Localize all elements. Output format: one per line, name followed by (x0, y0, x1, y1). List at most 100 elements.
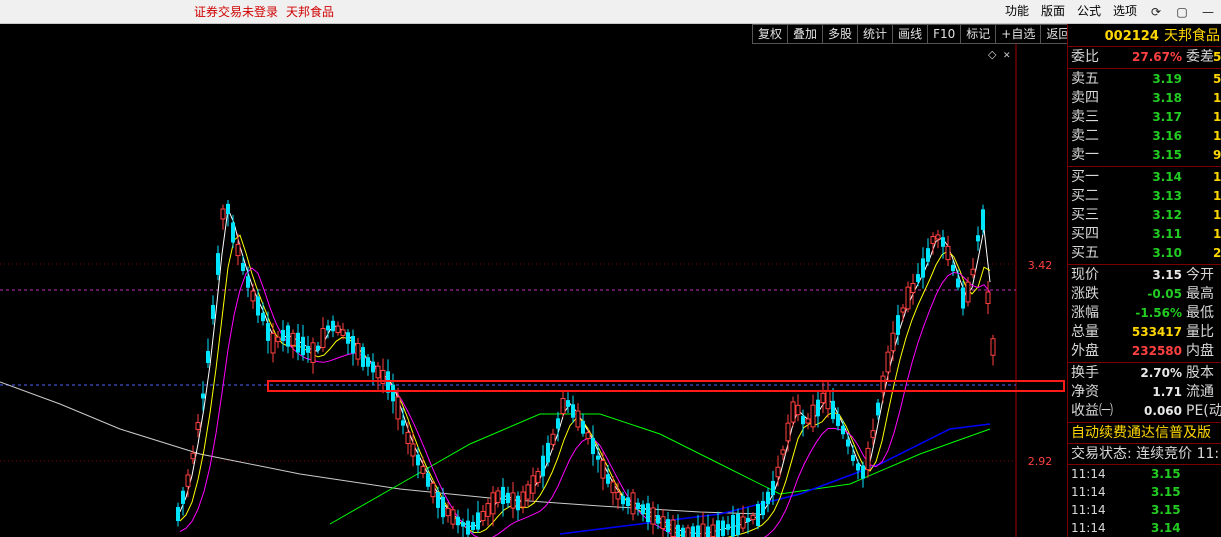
candle-body (710, 524, 716, 537)
sell-order-volume: 9 (1213, 148, 1221, 162)
candle-body (870, 430, 876, 438)
share-stat-value: 1.71 (1152, 385, 1182, 399)
stat-row: 总量 533417 量比 (1068, 323, 1221, 342)
axis-tick-label: 2.92 (1028, 455, 1053, 468)
quote-panel: 002124 天邦食品 委比 27.67% 委差 5 卖五 3.19 5 卖四 3.18… (1067, 24, 1221, 537)
buy-order-volume: 13 (1213, 208, 1221, 222)
sell-order-volume: 10 (1213, 110, 1221, 124)
candle-body (740, 516, 746, 529)
lock-icon[interactable]: ▢ (1169, 0, 1195, 23)
candle-body (351, 336, 355, 354)
candle-body (430, 482, 436, 498)
candle-body (190, 452, 196, 460)
candle-body (530, 475, 536, 494)
candle-body (716, 520, 720, 537)
sell-order-row[interactable]: 卖三 3.17 10 (1068, 108, 1221, 127)
tick-price: 3.14 (1151, 521, 1181, 535)
sell-order-label: 卖二 (1071, 128, 1099, 144)
candle-body (361, 347, 365, 367)
candle-body (646, 503, 650, 523)
buy-order-volume: 14 (1213, 170, 1221, 184)
buy-order-row[interactable]: 买一 3.14 14 (1068, 168, 1221, 187)
candle-body (441, 496, 445, 518)
multi-stock-button[interactable]: 多股 (822, 24, 859, 44)
draw-line-button[interactable]: 画线 (892, 24, 929, 44)
sell-order-volume: 10 (1213, 129, 1221, 143)
candle-body (591, 437, 595, 455)
candle-body (976, 235, 980, 242)
candle-body (921, 258, 925, 278)
candle-body (660, 516, 666, 530)
candlestick-chart[interactable]: 3.42 2.92 ◇ ✕ (0, 44, 1066, 537)
candle-body (706, 526, 710, 537)
candle-body (395, 396, 401, 420)
subscription-banner[interactable]: 自动续费通达信普及版 (1068, 423, 1221, 444)
minimize-icon[interactable]: — (1195, 0, 1221, 23)
share-stat-label: 净资 (1071, 384, 1099, 400)
candle-body (326, 325, 330, 331)
candle-body (956, 278, 960, 288)
candle-body (256, 296, 260, 316)
candle-body (810, 404, 816, 428)
sell-order-row[interactable]: 卖二 3.16 10 (1068, 127, 1221, 146)
candle-body (750, 514, 756, 521)
candle-body (941, 237, 945, 247)
candle-body (546, 442, 550, 463)
candle-body (691, 526, 695, 537)
tick-time: 11:14 (1071, 503, 1106, 517)
sell-order-volume: 10 (1213, 91, 1221, 105)
buy-order-price: 3.10 (1152, 246, 1182, 260)
tick-row: 11:14 3.15 (1068, 483, 1221, 501)
buy-order-row[interactable]: 买三 3.12 13 (1068, 206, 1221, 225)
overlay-button[interactable]: 叠加 (787, 24, 824, 44)
share-stat-row: 净资 1.71 流通 (1068, 383, 1221, 402)
add-watchlist-button[interactable]: +自选 (995, 24, 1042, 44)
buy-order-row[interactable]: 买五 3.10 20 (1068, 244, 1221, 263)
candle-body (556, 418, 560, 429)
candle-body (600, 460, 606, 479)
sell-order-row[interactable]: 卖五 3.19 5 (1068, 70, 1221, 89)
candle-body (281, 329, 285, 342)
stats-button[interactable]: 统计 (857, 24, 894, 44)
f10-button[interactable]: F10 (927, 24, 962, 44)
candle-body (681, 527, 685, 537)
candle-body (371, 361, 375, 373)
sell-order-price: 3.16 (1152, 129, 1182, 143)
candle-body (721, 520, 725, 536)
close-icon[interactable]: ✕ (1003, 51, 1011, 61)
stat-label: 总量 (1071, 324, 1099, 340)
menu-layout[interactable]: 版面 (1035, 0, 1071, 23)
top-menu-bar: 证券交易未登录 天邦食品 功能 版面 公式 选项 ⟳ ▢ — (0, 0, 1221, 24)
diamond-icon[interactable]: ◇ (988, 48, 997, 61)
candle-body (471, 521, 475, 531)
candle-body (876, 402, 880, 416)
candle-body (801, 415, 805, 425)
candle-body (566, 400, 570, 407)
fuquan-button[interactable]: 复权 (752, 24, 789, 44)
buy-order-volume: 15 (1213, 227, 1221, 241)
tick-price: 3.15 (1151, 485, 1181, 499)
buy-order-price: 3.11 (1152, 227, 1182, 241)
candle-body (275, 336, 281, 343)
candle-body (520, 491, 526, 508)
sell-order-row[interactable]: 卖一 3.15 9 (1068, 146, 1221, 165)
menu-options[interactable]: 选项 (1107, 0, 1143, 23)
candle-body (780, 449, 786, 455)
menu-function[interactable]: 功能 (999, 0, 1035, 23)
menu-formula[interactable]: 公式 (1071, 0, 1107, 23)
share-stat-label: 换手 (1071, 365, 1099, 381)
share-stat-row: 换手 2.70% 股本 (1068, 364, 1221, 383)
buy-order-row[interactable]: 买二 3.13 12 (1068, 187, 1221, 206)
candle-body (450, 509, 456, 525)
stat-value: 533417 (1131, 325, 1182, 339)
mark-button[interactable]: 标记 (960, 24, 997, 44)
sell-order-row[interactable]: 卖四 3.18 10 (1068, 89, 1221, 108)
candle-body (211, 305, 215, 319)
buy-order-row[interactable]: 买四 3.11 15 (1068, 225, 1221, 244)
refresh-icon[interactable]: ⟳ (1143, 0, 1169, 23)
candle-body (266, 323, 270, 341)
candle-body (485, 503, 491, 517)
candle-body (310, 342, 316, 363)
stat-value: 232580 (1131, 344, 1182, 358)
candle-body (970, 268, 976, 276)
